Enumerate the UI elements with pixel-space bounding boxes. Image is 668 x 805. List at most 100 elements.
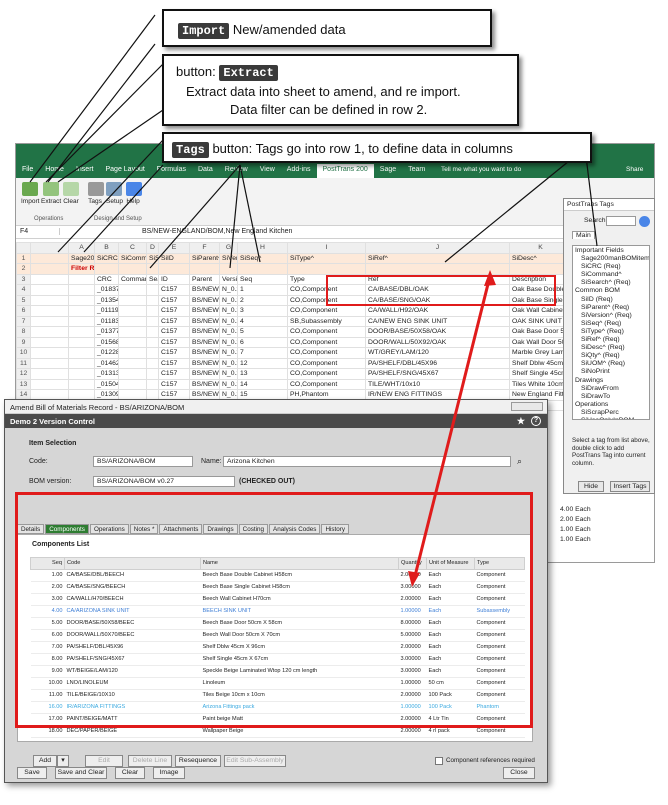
row-number[interactable]: 11: [16, 357, 31, 369]
cell[interactable]: 2: [237, 294, 288, 306]
tag-item[interactable]: SiID (Req): [575, 296, 647, 304]
clear-button[interactable]: Clear: [63, 182, 79, 205]
cell[interactable]: [68, 294, 95, 306]
col-letter[interactable]: G: [219, 242, 238, 254]
cell[interactable]: [68, 368, 95, 380]
cell[interactable]: CO,Component: [287, 378, 366, 390]
cell[interactable]: C157: [158, 326, 190, 338]
tag-item[interactable]: SiScrapPerc: [575, 409, 647, 417]
cell[interactable]: _0131379: [94, 368, 119, 380]
col-letter[interactable]: B: [94, 242, 119, 254]
cell[interactable]: 5: [237, 326, 288, 338]
tab-review[interactable]: Review: [219, 164, 254, 178]
cell[interactable]: _0137716: [94, 326, 119, 338]
delete-line-button[interactable]: Delete Line: [128, 755, 172, 767]
search-icon[interactable]: ⌕: [517, 456, 522, 467]
cell[interactable]: CO,Component: [287, 336, 366, 348]
row-number[interactable]: 5: [16, 294, 31, 306]
tags-search-input[interactable]: [606, 216, 636, 226]
col-letter[interactable]: E: [158, 242, 190, 254]
row-number[interactable]: 3: [16, 273, 31, 285]
cell[interactable]: [237, 263, 288, 275]
insert-tags-button[interactable]: Insert Tags: [610, 481, 650, 492]
tags-list[interactable]: Important Fields Sage200manBOMitem SiCRC (…: [572, 245, 650, 420]
cell[interactable]: BS/NEW-EN: [189, 294, 220, 306]
cell[interactable]: DOOR/BASE/50X58/OAK: [365, 326, 510, 338]
col-letter[interactable]: D: [146, 242, 159, 254]
references-checkbox[interactable]: [435, 757, 443, 765]
row-number[interactable]: 2: [16, 263, 31, 275]
cell[interactable]: [30, 368, 69, 380]
tag-item[interactable]: Sage200manBOMitem: [575, 255, 649, 263]
col-letter[interactable]: C: [118, 242, 147, 254]
tag-item[interactable]: SiUseOnlyInBOM: [575, 417, 647, 419]
cell[interactable]: [146, 305, 159, 317]
tab-posttrans-200[interactable]: PostTrans 200: [316, 164, 374, 178]
cell[interactable]: _0122870: [94, 347, 119, 359]
cell[interactable]: [118, 368, 147, 380]
tag-item[interactable]: SiParent^ (Req): [575, 304, 647, 312]
cell[interactable]: [68, 357, 95, 369]
cell[interactable]: [30, 263, 69, 275]
cell[interactable]: [146, 315, 159, 327]
cell[interactable]: [118, 305, 147, 317]
cell[interactable]: SiSearch^: [146, 252, 159, 264]
name-field[interactable]: Arizona Kitchen: [223, 456, 511, 467]
cell[interactable]: [30, 315, 69, 327]
cell[interactable]: N_0.23: [219, 378, 238, 390]
corner-cell[interactable]: [16, 242, 31, 254]
cell[interactable]: CO,Component: [287, 305, 366, 317]
tag-item[interactable]: SiCommand^: [575, 271, 647, 279]
window-controls[interactable]: [511, 402, 543, 411]
row-number[interactable]: 8: [16, 326, 31, 338]
cell[interactable]: N_0.23: [219, 336, 238, 348]
cell[interactable]: [118, 294, 147, 306]
cell[interactable]: BS/NEW-EN: [189, 368, 220, 380]
cell[interactable]: _0150476: [94, 378, 119, 390]
extract-button[interactable]: Extract: [41, 182, 61, 205]
close-button[interactable]: Close: [503, 767, 535, 779]
tags-button[interactable]: Tags: [88, 182, 104, 205]
cell[interactable]: [118, 326, 147, 338]
tab-add-ins[interactable]: Add-ins: [281, 164, 317, 178]
tab-sage[interactable]: Sage: [374, 164, 402, 178]
tag-item[interactable]: SiQty^ (Req): [575, 352, 647, 360]
cell[interactable]: [68, 273, 95, 285]
cell[interactable]: [118, 315, 147, 327]
cell[interactable]: 6: [237, 336, 288, 348]
cell[interactable]: C157: [158, 378, 190, 390]
cell[interactable]: [146, 368, 159, 380]
cell[interactable]: CO,Component: [287, 326, 366, 338]
cell[interactable]: N_0.23: [219, 357, 238, 369]
cell[interactable]: BS/NEW-EN: [189, 336, 220, 348]
cell[interactable]: 3: [237, 305, 288, 317]
cell[interactable]: SiCRC: [94, 252, 119, 264]
edit-button[interactable]: Edit: [85, 755, 123, 767]
cell[interactable]: CRC: [94, 273, 119, 285]
cell[interactable]: SiRef^: [365, 252, 510, 264]
col-letter[interactable]: F: [189, 242, 220, 254]
cell[interactable]: BS/NEW-EN: [189, 347, 220, 359]
cell[interactable]: _0156856: [94, 336, 119, 348]
cell[interactable]: [146, 326, 159, 338]
col-letter[interactable]: [30, 242, 69, 254]
clear-button[interactable]: Clear: [115, 767, 145, 779]
cell[interactable]: N_0.23: [219, 294, 238, 306]
formula-input[interactable]: BS/NEW-ENGLAND/BOM,New England Kitchen: [142, 228, 292, 235]
cell[interactable]: C157: [158, 284, 190, 296]
cell[interactable]: [146, 347, 159, 359]
cell[interactable]: [146, 357, 159, 369]
row-number[interactable]: 1: [16, 252, 31, 264]
tab-home[interactable]: Home: [39, 164, 70, 178]
cell[interactable]: CA/NEW ENG SINK UNIT: [365, 315, 510, 327]
cell[interactable]: TILE/WHT/10x10: [365, 378, 510, 390]
cell[interactable]: C157: [158, 315, 190, 327]
tag-item[interactable]: SiType^ (Req): [575, 328, 647, 336]
cell[interactable]: [94, 263, 119, 275]
image-button[interactable]: Image: [153, 767, 185, 779]
cell[interactable]: WT/GREY/LAM/120: [365, 347, 510, 359]
cell[interactable]: Version: [219, 273, 238, 285]
tag-item[interactable]: SiSearch^ (Req): [575, 279, 647, 287]
cell[interactable]: C157: [158, 336, 190, 348]
tag-item[interactable]: SiSeq^ (Req): [575, 320, 647, 328]
